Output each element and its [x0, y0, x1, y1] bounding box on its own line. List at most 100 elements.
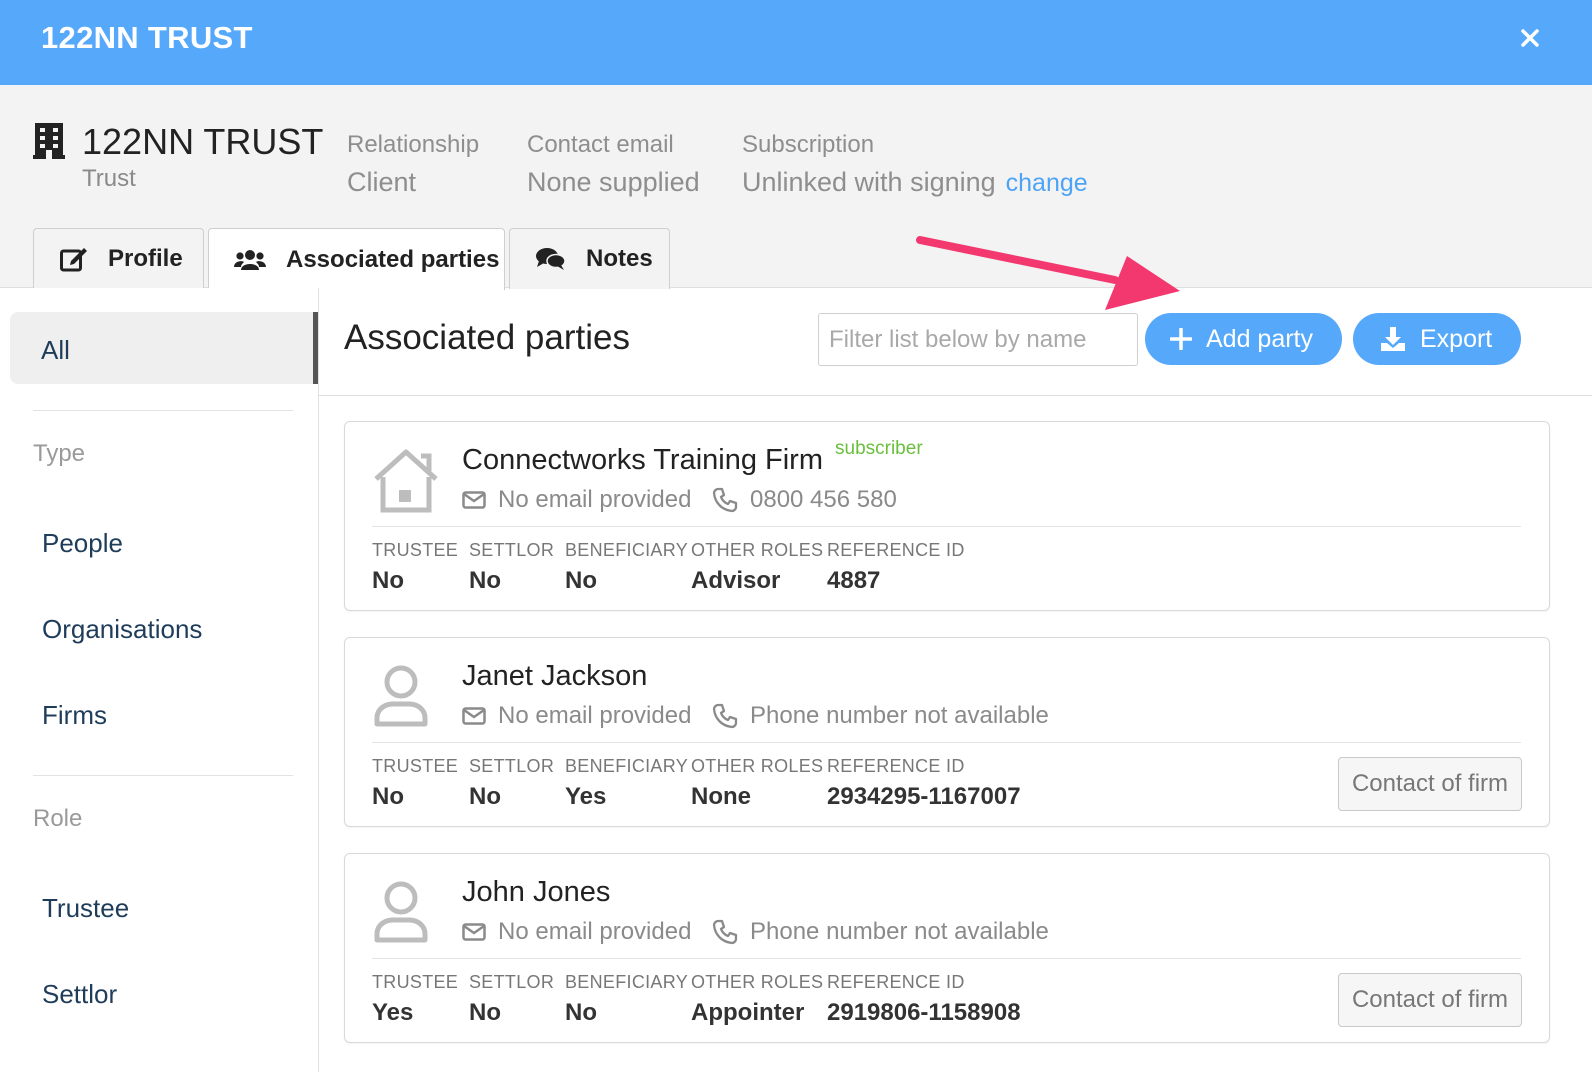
envelope-icon [462, 707, 486, 725]
party-name: Janet Jackson [462, 660, 648, 692]
party-email: No email provided [462, 702, 691, 730]
sidebar-item-organisations[interactable]: Organisations [42, 614, 202, 645]
relationship-label: Relationship [347, 131, 480, 158]
building-icon [31, 123, 67, 159]
settlor-column: SETTLOR No [469, 972, 554, 1027]
entity-header: 122NN TRUST Trust Relationship Client Co… [0, 85, 1592, 290]
trustee-column: TRUSTEE No [372, 756, 458, 811]
contact-email-field: Contact email None supplied [527, 131, 700, 198]
reference-id-column: REFERENCE ID 2934295-1167007 [827, 756, 1021, 811]
beneficiary-header: BENEFICIARY [565, 756, 688, 776]
settlor-column: SETTLOR No [469, 540, 554, 595]
tab-profile-label: Profile [108, 245, 183, 272]
sidebar-heading-role: Role [33, 805, 83, 832]
settlor-header: SETTLOR [469, 972, 555, 992]
sidebar-divider [33, 775, 293, 776]
page-title: Associated parties [344, 318, 630, 357]
party-email-text: No email provided [498, 486, 692, 513]
subscription-change-link[interactable]: change [1006, 169, 1088, 197]
party-card-janet-jackson[interactable]: Janet Jackson No email provided Phone nu… [344, 637, 1550, 827]
trustee-value: Yes [372, 999, 414, 1026]
beneficiary-value: No [565, 999, 597, 1026]
party-email-text: No email provided [498, 918, 692, 945]
tab-notes[interactable]: Notes [509, 228, 670, 289]
settlor-header: SETTLOR [469, 756, 555, 776]
beneficiary-value: No [565, 567, 597, 594]
user-icon [371, 662, 441, 732]
contact-email-value: None supplied [527, 167, 700, 197]
other-roles-column: OTHER ROLES Advisor [691, 540, 823, 595]
party-name-row: Connectworks Training Firm subscriber [462, 438, 923, 477]
settlor-value: No [469, 567, 501, 594]
party-email: No email provided [462, 918, 691, 946]
trustee-value: No [372, 783, 404, 810]
sidebar-divider [33, 410, 293, 411]
filter-sidebar: All Type People Organisations Firms Role… [0, 288, 319, 1072]
add-party-label: Add party [1206, 324, 1314, 353]
relationship-field: Relationship Client [347, 131, 479, 198]
party-phone: Phone number not available [712, 918, 1049, 946]
users-icon [234, 249, 266, 270]
envelope-icon [462, 923, 486, 941]
reference-id-column: REFERENCE ID 2919806-1158908 [827, 972, 1021, 1027]
party-phone: 0800 456 580 [712, 486, 897, 514]
beneficiary-column: BENEFICIARY No [565, 972, 688, 1027]
tab-profile[interactable]: Profile [33, 228, 204, 289]
reference-id-value: 4887 [827, 567, 881, 594]
sidebar-item-firms[interactable]: Firms [42, 700, 107, 731]
sidebar-heading-type: Type [33, 440, 86, 467]
settlor-value: No [469, 999, 501, 1026]
reference-id-header: REFERENCE ID [827, 756, 965, 776]
contact-of-firm-button[interactable]: Contact of firm [1338, 973, 1522, 1027]
title-bar: 122NN TRUST [0, 0, 1592, 85]
download-icon [1381, 327, 1405, 351]
contact-of-firm-button[interactable]: Contact of firm [1338, 757, 1522, 811]
other-roles-header: OTHER ROLES [691, 540, 824, 560]
party-name-row: Janet Jackson [462, 660, 647, 693]
beneficiary-header: BENEFICIARY [565, 540, 688, 560]
beneficiary-column: BENEFICIARY No [565, 540, 688, 595]
entity-type: Trust [82, 165, 136, 192]
phone-icon [712, 703, 738, 729]
reference-id-value: 2919806-1158908 [827, 999, 1021, 1026]
export-label: Export [1420, 324, 1493, 353]
close-icon[interactable] [1514, 22, 1546, 54]
annotation-arrow [916, 236, 1180, 310]
trustee-header: TRUSTEE [372, 972, 459, 992]
sidebar-item-all[interactable]: All [10, 312, 318, 384]
party-name: Connectworks Training Firm [462, 444, 823, 476]
other-roles-header: OTHER ROLES [691, 756, 824, 776]
subscription-field: Subscription Unlinked with signing change [742, 131, 1088, 198]
party-name: John Jones [462, 876, 611, 908]
edit-icon [60, 248, 87, 272]
reference-id-header: REFERENCE ID [827, 972, 965, 992]
card-divider [372, 742, 1521, 743]
card-divider [372, 958, 1521, 959]
party-phone: Phone number not available [712, 702, 1049, 730]
trustee-value: No [372, 567, 404, 594]
other-roles-header: OTHER ROLES [691, 972, 824, 992]
sidebar-item-trustee[interactable]: Trustee [42, 893, 129, 924]
other-roles-value: Advisor [691, 567, 781, 594]
party-card-john-jones[interactable]: John Jones No email provided Phone numbe… [344, 853, 1550, 1043]
window-title: 122NN TRUST [41, 20, 253, 55]
sidebar-item-people[interactable]: People [42, 528, 123, 559]
tab-associated-parties[interactable]: Associated parties [208, 228, 505, 290]
user-icon [371, 878, 441, 948]
sidebar-item-settlor[interactable]: Settlor [42, 979, 117, 1010]
subscription-label: Subscription [742, 131, 875, 158]
house-icon [371, 446, 441, 516]
party-card-connectworks[interactable]: Connectworks Training Firm subscriber No … [344, 421, 1550, 611]
party-email: No email provided [462, 486, 691, 514]
export-button[interactable]: Export [1353, 313, 1521, 365]
beneficiary-column: BENEFICIARY Yes [565, 756, 688, 811]
reference-id-value: 2934295-1167007 [827, 783, 1021, 810]
subscriber-badge: subscriber [835, 438, 923, 459]
phone-icon [712, 919, 738, 945]
plus-icon [1170, 328, 1192, 350]
relationship-value: Client [347, 167, 417, 197]
reference-id-column: REFERENCE ID 4887 [827, 540, 965, 595]
other-roles-column: OTHER ROLES Appointer [691, 972, 823, 1027]
tab-notes-label: Notes [586, 245, 653, 272]
settlor-header: SETTLOR [469, 540, 555, 560]
